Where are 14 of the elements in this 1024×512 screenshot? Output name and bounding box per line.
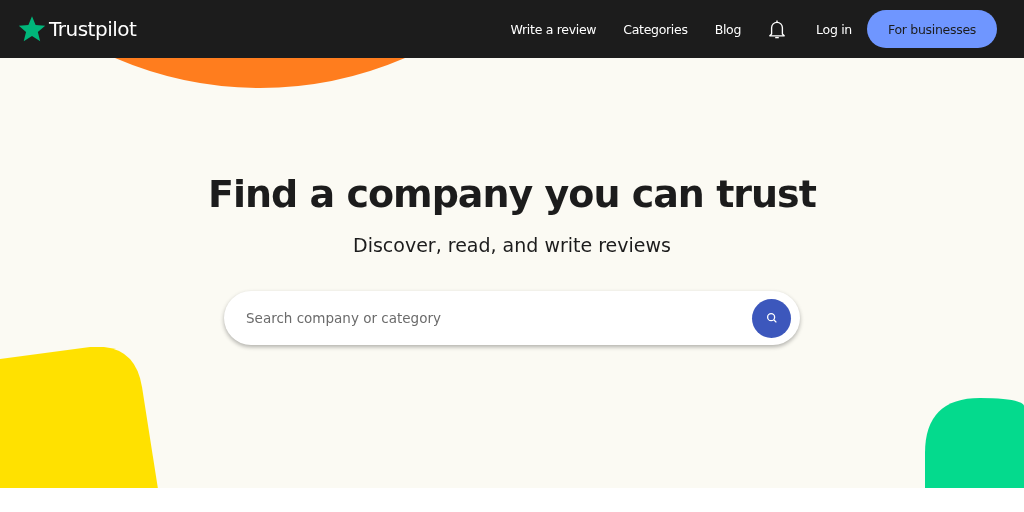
nav-link[interactable]: Write a review xyxy=(510,21,597,37)
search-icon xyxy=(764,311,779,325)
for-businesses-button[interactable]: For businesses xyxy=(867,10,997,48)
hero-subtitle: Discover, read, and write reviews xyxy=(353,234,671,256)
login-link[interactable]: Log in xyxy=(816,21,852,37)
hero-heading: Find a company you can trust xyxy=(208,172,816,216)
search-button[interactable] xyxy=(752,298,791,338)
search-field[interactable]: Search company or category xyxy=(244,309,752,327)
logo-wordmark[interactable]: Trustpilot xyxy=(49,17,137,41)
star-logo-icon xyxy=(18,15,46,43)
notification-bell-icon[interactable] xyxy=(768,18,787,40)
nav-link[interactable]: Categories xyxy=(623,21,688,37)
nav-link[interactable]: Blog xyxy=(714,21,742,37)
search-bar[interactable]: Search company or category xyxy=(224,291,800,345)
